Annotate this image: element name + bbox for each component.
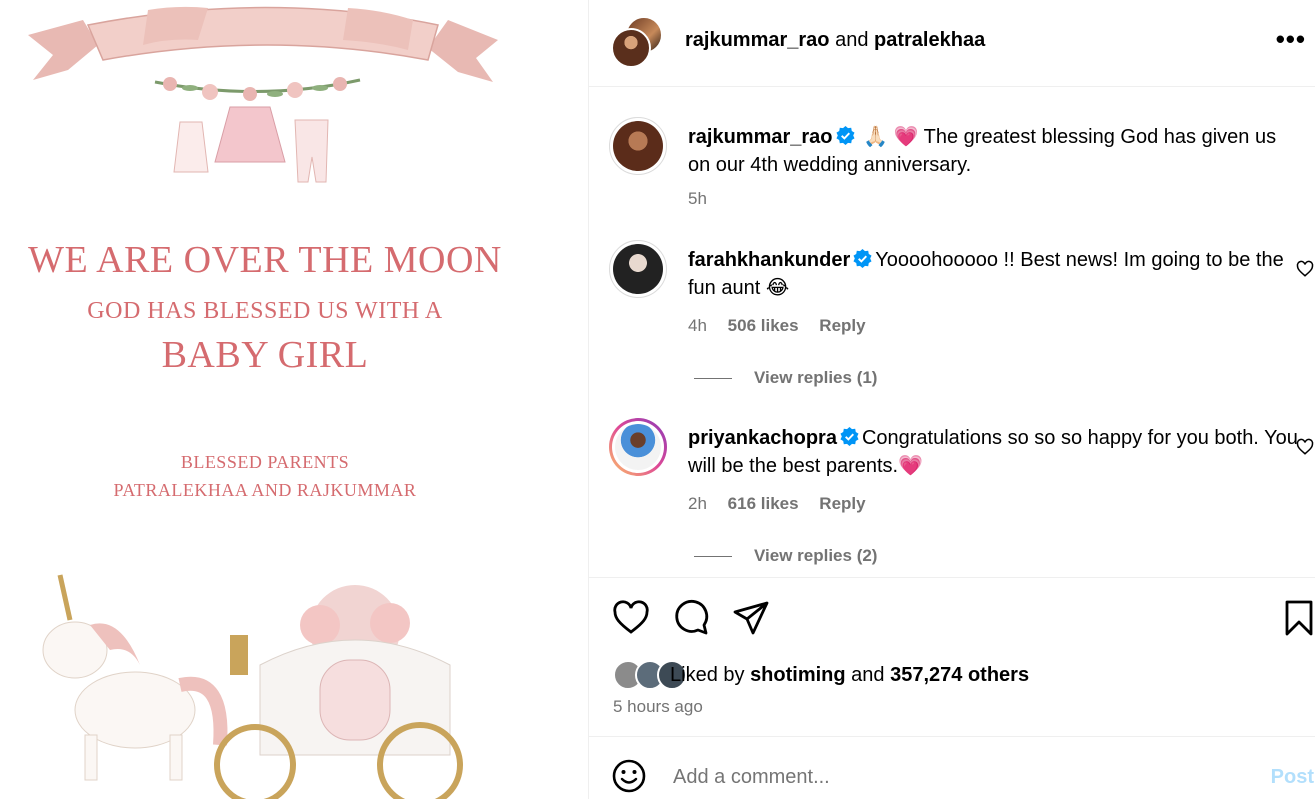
reply-button[interactable]: Reply	[819, 316, 865, 335]
comment-time[interactable]: 4h	[688, 316, 707, 335]
comment-likes[interactable]: 506 likes	[728, 316, 799, 335]
comment-icon[interactable]	[671, 598, 711, 638]
post-authors: rajkummar_rao and patralekhaa	[685, 29, 985, 52]
heart-icon[interactable]	[1296, 438, 1314, 456]
post-actions: Liked by shotiming and 357,274 others 5 …	[589, 577, 1315, 737]
divider	[694, 556, 732, 558]
post-image[interactable]: WE ARE OVER THE MOON GOD HAS BLESSED US …	[0, 0, 588, 799]
author-link[interactable]: patralekhaa	[874, 29, 985, 51]
authors-joiner: and	[829, 29, 875, 51]
comment-time[interactable]: 2h	[688, 494, 707, 513]
verified-icon	[840, 427, 859, 446]
like-icon[interactable]	[611, 598, 651, 638]
view-replies-button[interactable]: View replies (2)	[694, 546, 877, 566]
emoji-icon[interactable]	[611, 758, 647, 794]
avatar[interactable]	[609, 240, 667, 298]
card-subline: GOD HAS BLESSED US WITH A	[87, 298, 443, 324]
unicorn-carriage-illustration	[42, 574, 463, 799]
avatar[interactable]	[609, 418, 667, 476]
post-button[interactable]: Post	[1271, 766, 1314, 789]
more-icon[interactable]: •••	[1276, 24, 1306, 55]
save-icon[interactable]	[1279, 598, 1315, 638]
comment-username[interactable]: farahkhankunder	[688, 249, 850, 271]
likes-count[interactable]: 357,274 others	[890, 664, 1029, 686]
liked-by-mid: and	[845, 664, 891, 686]
comment-text-block: farahkhankunder Yoooohooooo !! Best news!…	[688, 246, 1298, 302]
avatar[interactable]	[611, 28, 651, 68]
comment-likes[interactable]: 616 likes	[728, 494, 799, 513]
comment-meta: 2h 616 likes Reply	[688, 494, 882, 514]
liked-by-prefix: Liked by	[670, 664, 751, 686]
view-replies-label: View replies (1)	[754, 368, 878, 387]
card-baby-girl: BABY GIRL	[161, 334, 369, 376]
caption-time[interactable]: 5h	[688, 189, 707, 208]
verified-icon	[836, 126, 855, 145]
card-blessed-parents: BLESSED PARENTS	[180, 452, 350, 472]
comment-meta: 4h 506 likes Reply	[688, 316, 882, 336]
verified-icon	[853, 249, 872, 268]
post-header: rajkummar_rao and patralekhaa •••	[589, 0, 1315, 87]
card-headline: WE ARE OVER THE MOON	[28, 239, 502, 281]
caption-username[interactable]: rajkummar_rao	[688, 126, 833, 148]
add-comment-bar: Post	[589, 738, 1315, 799]
caption-text-block: rajkummar_rao 🙏🏻 💗 The greatest blessing…	[688, 123, 1298, 179]
divider	[694, 378, 732, 380]
collab-avatars[interactable]	[611, 16, 663, 68]
comment-username[interactable]: priyankachopra	[688, 427, 837, 449]
view-replies-button[interactable]: View replies (1)	[694, 368, 877, 388]
avatar[interactable]	[609, 117, 667, 175]
view-replies-label: View replies (2)	[754, 546, 878, 565]
share-icon[interactable]	[731, 598, 771, 638]
heart-icon[interactable]	[1296, 260, 1314, 278]
liked-by[interactable]: Liked by shotiming and 357,274 others	[670, 664, 1029, 687]
post-timestamp[interactable]: 5 hours ago	[613, 697, 703, 717]
reply-button[interactable]: Reply	[819, 494, 865, 513]
comment-text-block: priyankachopra Congratulations so so so h…	[688, 424, 1298, 480]
card-parent-names: PATRALEKHAA AND RAJKUMMAR	[113, 480, 417, 500]
caption-meta: 5h	[688, 189, 723, 209]
liked-by-user[interactable]: shotiming	[750, 664, 846, 686]
comment-input[interactable]	[673, 766, 1213, 789]
author-link[interactable]: rajkummar_rao	[685, 29, 830, 51]
post-panel: rajkummar_rao and patralekhaa ••• rajkum…	[588, 0, 1315, 799]
garland-illustration	[154, 77, 361, 183]
